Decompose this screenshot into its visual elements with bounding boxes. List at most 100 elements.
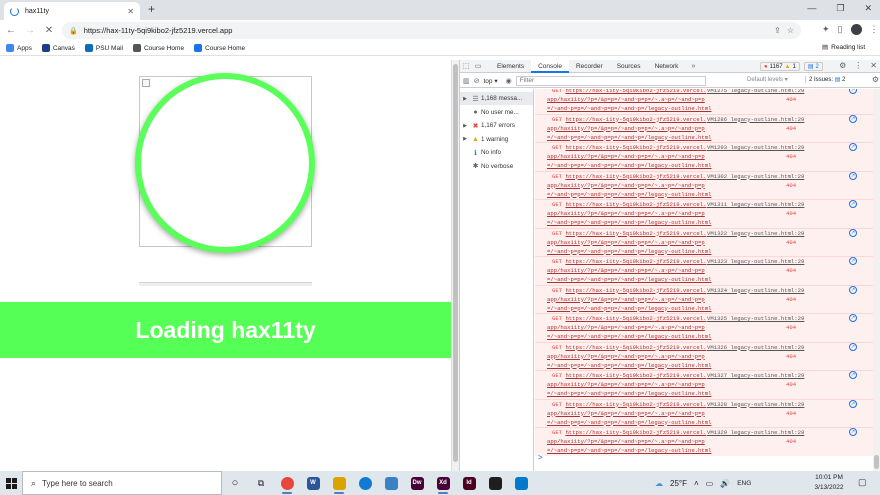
network-request-icon[interactable]: ↗ — [849, 171, 857, 180]
request-url-cont[interactable]: app/hax11ty/?p=/&p=p=/~and~p=p=/~.a~p=/~… — [547, 381, 705, 388]
console-scrollbar[interactable] — [873, 89, 880, 471]
bookmark-item[interactable]: Course Home — [132, 44, 184, 52]
request-url-end[interactable]: =/~and~p=p=/~and~p=p=/~and~p=/legacy-out… — [547, 162, 711, 169]
request-url-link[interactable]: https://hax-11ty-5qi9kibo2-jfz5219.verce… — [565, 258, 706, 265]
source-link[interactable]: VM1326 legacy-outline.html:29 — [707, 344, 804, 351]
live-expression-eye-icon[interactable]: ◉ — [506, 77, 512, 85]
devtools-tab-recorder[interactable]: Recorder — [569, 60, 610, 73]
request-url-end[interactable]: =/~and~p=p=/~and~p=p=/~and~p=/legacy-out… — [547, 419, 711, 426]
source-link[interactable]: VM1328 legacy-outline.html:29 — [707, 401, 804, 408]
console-error-row[interactable]: GET https://hax-11ty-5qi9kibo2-jfz5219.v… — [535, 427, 873, 456]
taskbar-app-files[interactable] — [326, 471, 352, 495]
request-url-cont[interactable]: app/hax11ty/?p=/&p=p=/~and~p=p=/~.a~p=/~… — [547, 239, 705, 246]
request-url-cont[interactable]: app/hax11ty/?p=/&p=p=/~and~p=p=/~.a~p=/~… — [547, 267, 705, 274]
source-link[interactable]: VM1293 legacy-outline.html:29 — [707, 144, 804, 151]
maximize-icon[interactable]: ❐ — [836, 3, 844, 14]
devtools-tab-elements[interactable]: Elements — [490, 60, 531, 73]
taskbar-app-dreamweaver[interactable]: Dw — [404, 471, 430, 495]
request-url-cont[interactable]: app/hax11ty/?p=/&p=p=/~and~p=p=/~.a~p=/~… — [547, 182, 705, 189]
request-url-end[interactable]: =/~and~p=p=/~and~p=p=/~and~p=/legacy-out… — [547, 276, 711, 283]
request-url-end[interactable]: =/~and~p=p=/~and~p=p=/~and~p=/legacy-out… — [547, 191, 711, 198]
lock-icon[interactable]: 🔒 — [69, 27, 78, 35]
request-url-link[interactable]: https://hax-11ty-5qi9kibo2-jfz5219.verce… — [565, 230, 706, 237]
task-view-icon[interactable]: ⧉ — [248, 471, 274, 495]
source-link[interactable]: VM1311 legacy-outline.html:29 — [707, 201, 804, 208]
tray-chevron-icon[interactable]: ˄ — [694, 479, 699, 488]
reading-list-button[interactable]: ▤ Reading list — [822, 43, 865, 52]
request-url-end[interactable]: =/~and~p=p=/~and~p=p=/~and~p=/legacy-out… — [547, 134, 711, 141]
request-url-link[interactable]: https://hax-11ty-5qi9kibo2-jfz5219.verce… — [565, 89, 706, 94]
request-url-cont[interactable]: app/hax11ty/?p=/&p=p=/~and~p=p=/~.a~p=/~… — [547, 438, 705, 445]
taskbar-app-indesign[interactable]: Id — [456, 471, 482, 495]
network-request-icon[interactable]: ↗ — [849, 285, 857, 294]
console-error-row[interactable]: GET https://hax-11ty-5qi9kibo2-jfz5219.v… — [535, 313, 873, 342]
source-link[interactable]: VM1325 legacy-outline.html:29 — [707, 315, 804, 322]
console-error-row[interactable]: GET https://hax-11ty-5qi9kibo2-jfz5219.v… — [535, 199, 873, 228]
request-url-cont[interactable]: app/hax11ty/?p=/&p=p=/~and~p=p=/~.a~p=/~… — [547, 296, 705, 303]
menu-kebab-icon[interactable]: ⋮ — [870, 24, 879, 35]
network-request-icon[interactable]: ↗ — [849, 371, 857, 379]
source-link[interactable]: VM1329 legacy-outline.html:29 — [707, 429, 804, 436]
share-icon[interactable]: ⇪ — [774, 26, 781, 35]
console-sidebar-item[interactable]: ▶ ✖ 1,167 errors — [460, 119, 533, 132]
network-request-icon[interactable]: ↗ — [849, 228, 857, 237]
taskbar-app-xd[interactable]: Xd — [430, 471, 456, 495]
address-bar[interactable]: 🔒 https://hax-11ty-5qi9kibo2-jfz5219.ver… — [62, 22, 801, 39]
devtools-tab-console[interactable]: Console — [531, 59, 569, 73]
filter-input[interactable] — [515, 75, 706, 86]
network-request-icon[interactable]: ↗ — [849, 257, 857, 265]
request-url-end[interactable]: =/~and~p=p=/~and~p=p=/~and~p=/legacy-out… — [547, 447, 711, 454]
request-url-link[interactable]: https://hax-11ty-5qi9kibo2-jfz5219.verce… — [565, 287, 706, 294]
device-toolbar-icon[interactable]: ▭ — [472, 62, 484, 70]
request-url-end[interactable]: =/~and~p=p=/~and~p=p=/~and~p=/legacy-out… — [547, 248, 711, 255]
taskbar-app-vscode[interactable] — [508, 471, 534, 495]
error-warning-badge[interactable]: ● 1167 ▲ 1 — [760, 62, 800, 71]
console-error-row[interactable]: GET https://hax-11ty-5qi9kibo2-jfz5219.v… — [535, 398, 873, 427]
inspect-element-icon[interactable]: ⬚ — [460, 62, 472, 70]
bookmark-item[interactable]: Course Home — [194, 44, 245, 52]
console-sidebar-item[interactable]: ▶ ☰ 1,168 messa... — [460, 92, 533, 105]
start-button[interactable] — [0, 471, 22, 495]
request-url-link[interactable]: https://hax-11ty-5qi9kibo2-jfz5219.verce… — [565, 144, 706, 151]
sidebar-toggle-icon[interactable]: ▥ — [463, 77, 470, 85]
taskbar-app-terminal[interactable] — [482, 471, 508, 495]
request-url-end[interactable]: =/~and~p=p=/~and~p=p=/~and~p=/legacy-out… — [547, 362, 711, 369]
source-link[interactable]: VM1286 legacy-outline.html:29 — [707, 116, 804, 123]
taskbar-app-word[interactable]: W — [300, 471, 326, 495]
log-levels-dropdown[interactable]: Default levels ▾ — [747, 76, 788, 83]
page-scrollbar-thumb[interactable] — [453, 64, 458, 462]
console-scrollbar-thumb[interactable] — [874, 455, 879, 469]
extensions-icon[interactable]: ✦ — [822, 24, 830, 35]
issues-button[interactable]: 2 Issues: ▤ 2 — [805, 76, 845, 83]
network-request-icon[interactable]: ↗ — [849, 342, 857, 351]
taskbar-app-edge[interactable] — [352, 471, 378, 495]
taskbar-app-chrome[interactable] — [274, 471, 300, 495]
network-request-icon[interactable]: ↗ — [849, 428, 857, 436]
back-icon[interactable]: ← — [3, 25, 19, 36]
request-url-link[interactable]: https://hax-11ty-5qi9kibo2-jfz5219.verce… — [565, 315, 706, 322]
request-url-link[interactable]: https://hax-11ty-5qi9kibo2-jfz5219.verce… — [565, 401, 706, 408]
console-sidebar-item[interactable]: ▶ ▲ 1 warning — [460, 133, 533, 146]
settings-gear-icon[interactable]: ⚙ — [839, 61, 846, 70]
stop-loading-icon[interactable]: ✕ — [41, 25, 57, 36]
request-url-link[interactable]: https://hax-11ty-5qi9kibo2-jfz5219.verce… — [565, 372, 706, 379]
request-url-end[interactable]: =/~and~p=p=/~and~p=p=/~and~p=/legacy-out… — [547, 219, 711, 226]
request-url-cont[interactable]: app/hax11ty/?p=/&p=p=/~and~p=p=/~.a~p=/~… — [547, 410, 705, 417]
source-link[interactable]: VM1322 legacy-outline.html:29 — [707, 230, 804, 237]
tab-close-icon[interactable]: ✕ — [127, 7, 134, 16]
request-url-end[interactable]: =/~and~p=p=/~and~p=p=/~and~p=/legacy-out… — [547, 390, 711, 397]
close-window-icon[interactable]: ✕ — [864, 3, 872, 14]
request-url-cont[interactable]: app/hax11ty/?p=/&p=p=/~and~p=p=/~.a~p=/~… — [547, 324, 705, 331]
taskbar-search[interactable]: ⌕ Type here to search — [22, 471, 222, 495]
taskbar-clock[interactable]: 10:01 PM 3/13/2022 — [806, 473, 852, 493]
request-url-link[interactable]: https://hax-11ty-5qi9kibo2-jfz5219.verce… — [565, 344, 706, 351]
notification-icon[interactable]: ▢ — [858, 477, 867, 488]
forward-icon[interactable]: → — [22, 25, 38, 36]
weather-icon[interactable]: ☁ — [655, 479, 663, 488]
request-url-link[interactable]: https://hax-11ty-5qi9kibo2-jfz5219.verce… — [565, 116, 706, 123]
browser-tab[interactable]: hax11ty ✕ — [4, 2, 140, 20]
network-request-icon[interactable]: ↗ — [849, 114, 857, 123]
console-sidebar-item[interactable]: ℹ No info — [460, 146, 533, 159]
source-link[interactable]: VM1302 legacy-outline.html:29 — [707, 173, 804, 180]
bookmark-item[interactable]: Canvas — [41, 44, 75, 52]
